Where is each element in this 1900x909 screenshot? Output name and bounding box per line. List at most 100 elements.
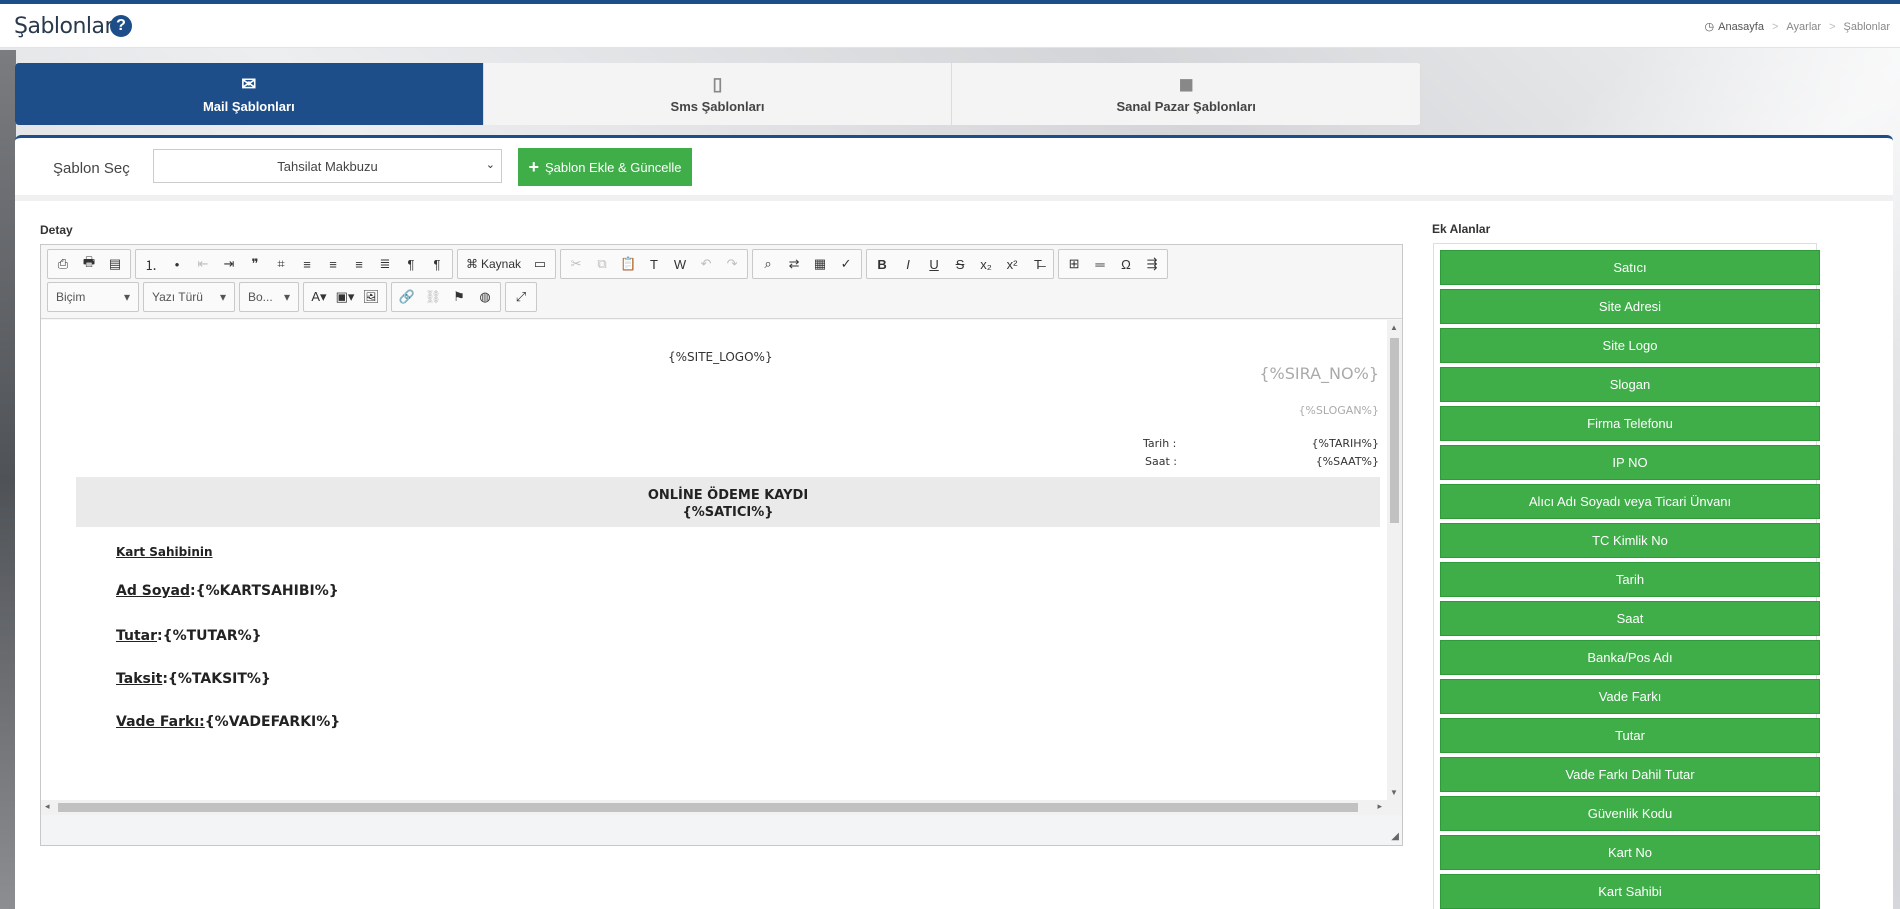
content-line: Ad Soyad:{%KARTSAHIBI%} xyxy=(116,583,339,599)
unlink-icon[interactable]: ⛓ xyxy=(420,285,446,309)
field-button[interactable]: Site Logo xyxy=(1440,328,1820,363)
date-label: Tarih : xyxy=(1143,437,1177,450)
template-select-label: Şablon Seç xyxy=(53,160,130,177)
field-button[interactable]: Tarih xyxy=(1440,562,1820,597)
align-justify-icon[interactable]: ≣ xyxy=(372,252,398,276)
link-icon[interactable]: 🔗 xyxy=(394,285,420,309)
dashboard-icon: ◷ xyxy=(1704,21,1715,33)
special-char-icon[interactable]: Ω xyxy=(1113,252,1139,276)
field-button[interactable]: TC Kimlik No xyxy=(1440,523,1820,558)
field-button[interactable]: Kart Sahibi xyxy=(1440,874,1820,909)
source-button[interactable]: ⌘ Kaynak xyxy=(460,252,527,276)
undo-icon[interactable]: ↶ xyxy=(693,252,719,276)
field-button[interactable]: Saat xyxy=(1440,601,1820,636)
numbered-list-icon[interactable]: ⒈ xyxy=(138,252,164,276)
breadcrumb-settings[interactable]: Ayarlar xyxy=(1786,21,1821,33)
page-break-icon[interactable]: ⇶ xyxy=(1139,252,1165,276)
card-owner-heading: Kart Sahibinin xyxy=(116,545,213,559)
template-select[interactable]: Tahsilat Makbuzu ⌄ xyxy=(153,149,502,183)
date-placeholder: {%TARIH%} xyxy=(1311,437,1379,450)
horizontal-scrollbar[interactable]: ◂ ▸ xyxy=(41,800,1402,815)
field-button[interactable]: Banka/Pos Adı xyxy=(1440,640,1820,675)
extra-fields-list: Satıcı Site Adresi Site Logo Slogan Firm… xyxy=(1433,243,1820,909)
resize-handle-icon[interactable]: ◢ xyxy=(1391,831,1399,842)
breadcrumb: ◷ Anasayfa > Ayarlar > Şablonlar xyxy=(1704,20,1891,34)
field-button[interactable]: Tutar xyxy=(1440,718,1820,753)
remove-format-icon[interactable]: T̶ xyxy=(1025,252,1051,276)
print-icon[interactable]: 🖶 xyxy=(76,252,102,276)
scroll-down-icon[interactable]: ▼ xyxy=(1390,788,1398,797)
outdent-icon[interactable]: ⇤ xyxy=(190,252,216,276)
vertical-scroll-thumb[interactable] xyxy=(1390,338,1399,523)
blockquote-icon[interactable]: ❞ xyxy=(242,252,268,276)
field-button[interactable]: Vade Farkı Dahil Tutar xyxy=(1440,757,1820,792)
italic-icon[interactable]: I xyxy=(895,252,921,276)
editor-content[interactable]: {%SITE_LOGO%} {%SIRA_NO%} {%SLOGAN%} Tar… xyxy=(41,320,1387,800)
globe-icon[interactable]: ◍ xyxy=(472,285,498,309)
select-all-icon[interactable]: ▦ xyxy=(807,252,833,276)
field-button[interactable]: Firma Telefonu xyxy=(1440,406,1820,441)
table-icon[interactable]: ⊞ xyxy=(1061,252,1087,276)
bullet-list-icon[interactable]: • xyxy=(164,252,190,276)
horizontal-line-icon[interactable]: ═ xyxy=(1087,252,1113,276)
copy-icon[interactable]: ⧉ xyxy=(589,252,615,276)
field-button[interactable]: Site Adresi xyxy=(1440,289,1820,324)
horizontal-scroll-thumb[interactable] xyxy=(58,803,1358,812)
search-icon[interactable]: ⌕ xyxy=(755,252,781,276)
indent-icon[interactable]: ⇥ xyxy=(216,252,242,276)
superscript-icon[interactable]: x² xyxy=(999,252,1025,276)
div-icon[interactable]: ⌗ xyxy=(268,252,294,276)
templates-icon[interactable]: ▤ xyxy=(102,252,128,276)
bg-color-icon[interactable]: ▣▾ xyxy=(332,285,358,309)
underline-icon[interactable]: U xyxy=(921,252,947,276)
tab-mail[interactable]: ✉ Mail Şablonları xyxy=(15,63,484,125)
add-update-template-button[interactable]: + Şablon Ekle & Güncelle xyxy=(518,148,692,186)
chevron-down-icon: ▾ xyxy=(283,290,290,304)
scroll-up-icon[interactable]: ▲ xyxy=(1390,323,1398,332)
align-right-icon[interactable]: ≡ xyxy=(346,252,372,276)
font-combo[interactable]: Yazı Türü ▾ xyxy=(146,285,232,309)
shopping-bag-icon: ◼ xyxy=(1178,73,1194,94)
envelope-icon: ✉ xyxy=(241,73,257,94)
field-button[interactable]: IP NO xyxy=(1440,445,1820,480)
field-button[interactable]: Alıcı Adı Soyadı veya Ticari Ünvanı xyxy=(1440,484,1820,519)
breadcrumb-home[interactable]: ◷ Anasayfa xyxy=(1704,20,1764,34)
preview-icon[interactable]: ⎙ xyxy=(50,252,76,276)
field-button[interactable]: Vade Farkı xyxy=(1440,679,1820,714)
paste-icon[interactable]: 📋 xyxy=(615,252,641,276)
rtl-icon[interactable]: ¶ xyxy=(424,252,450,276)
format-combo[interactable]: Biçim ▾ xyxy=(50,285,136,309)
help-icon[interactable]: ? xyxy=(110,15,132,37)
content-line: Taksit:{%TAKSIT%} xyxy=(116,671,271,687)
source-icon: ⌘ xyxy=(466,257,478,271)
redo-icon[interactable]: ↷ xyxy=(719,252,745,276)
bold-icon[interactable]: B xyxy=(869,252,895,276)
font-size-combo[interactable]: Bo... ▾ xyxy=(242,285,296,309)
extra-fields-label: Ek Alanlar xyxy=(1432,222,1491,236)
document-icon[interactable]: ▭ xyxy=(527,252,553,276)
tab-marketplace[interactable]: ◼ Sanal Pazar Şablonları xyxy=(952,63,1421,125)
ltr-icon[interactable]: ¶ xyxy=(398,252,424,276)
field-button[interactable]: Kart No xyxy=(1440,835,1820,870)
align-center-icon[interactable]: ≡ xyxy=(320,252,346,276)
editor-status-bar: ◢ xyxy=(41,815,1402,845)
scroll-left-icon[interactable]: ◂ xyxy=(45,801,50,812)
replace-icon[interactable]: ⇄ xyxy=(781,252,807,276)
anchor-flag-icon[interactable]: ⚑ xyxy=(446,285,472,309)
paste-word-icon[interactable]: W xyxy=(667,252,693,276)
tab-sms[interactable]: ▯ Sms Şablonları xyxy=(484,63,953,125)
paste-text-icon[interactable]: T xyxy=(641,252,667,276)
cut-icon[interactable]: ✂ xyxy=(563,252,589,276)
scroll-right-icon[interactable]: ▸ xyxy=(1377,801,1382,812)
field-button[interactable]: Satıcı xyxy=(1440,250,1820,285)
maximize-icon[interactable]: ⤢ xyxy=(508,285,534,309)
spellcheck-icon[interactable]: ✓ xyxy=(833,252,859,276)
field-button[interactable]: Güvenlik Kodu xyxy=(1440,796,1820,831)
text-color-icon[interactable]: A▾ xyxy=(306,285,332,309)
vertical-scrollbar[interactable]: ▲ ▼ xyxy=(1387,320,1402,800)
align-left-icon[interactable]: ≡ xyxy=(294,252,320,276)
field-button[interactable]: Slogan xyxy=(1440,367,1820,402)
strikethrough-icon[interactable]: S xyxy=(947,252,973,276)
subscript-icon[interactable]: x₂ xyxy=(973,252,999,276)
image-icon[interactable]: 🖼 xyxy=(358,285,384,309)
